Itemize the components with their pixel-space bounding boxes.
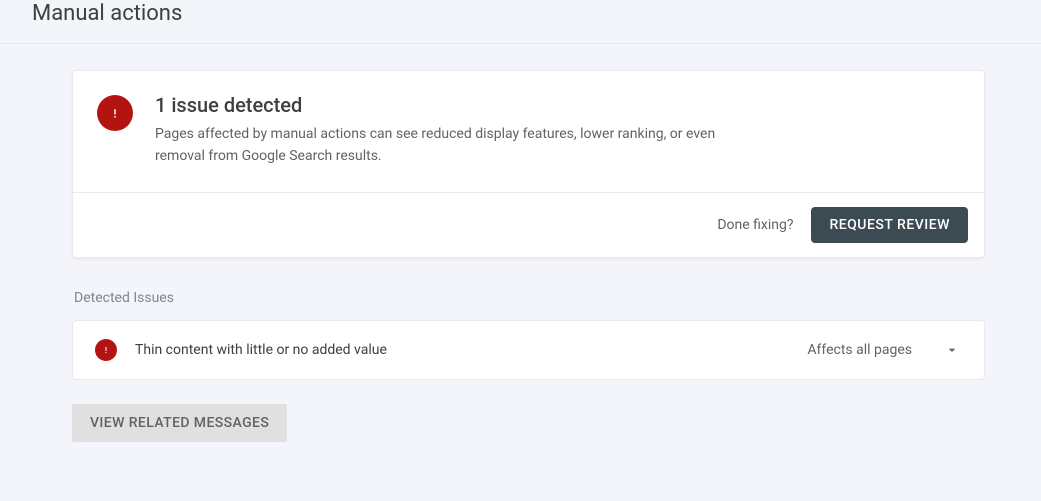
alert-icon xyxy=(95,339,117,361)
detected-issues-label: Detected Issues xyxy=(74,290,985,306)
summary-card-actions: Done fixing? REQUEST REVIEW xyxy=(73,192,984,257)
main-content: 1 issue detected Pages affected by manua… xyxy=(0,44,1041,442)
alert-icon xyxy=(97,95,133,131)
issue-row[interactable]: Thin content with little or no added val… xyxy=(72,320,985,380)
summary-card: 1 issue detected Pages affected by manua… xyxy=(72,70,985,258)
summary-text: 1 issue detected Pages affected by manua… xyxy=(155,93,960,168)
issue-scope: Affects all pages xyxy=(807,342,912,358)
done-fixing-label: Done fixing? xyxy=(717,217,793,233)
chevron-down-icon xyxy=(942,340,962,360)
issue-title: Thin content with little or no added val… xyxy=(135,342,789,358)
summary-description: Pages affected by manual actions can see… xyxy=(155,123,735,168)
page-title: Manual actions xyxy=(0,1,1041,43)
summary-card-body: 1 issue detected Pages affected by manua… xyxy=(73,71,984,192)
summary-title: 1 issue detected xyxy=(155,93,960,117)
request-review-button[interactable]: REQUEST REVIEW xyxy=(811,207,968,243)
view-related-messages-button[interactable]: VIEW RELATED MESSAGES xyxy=(72,404,287,442)
